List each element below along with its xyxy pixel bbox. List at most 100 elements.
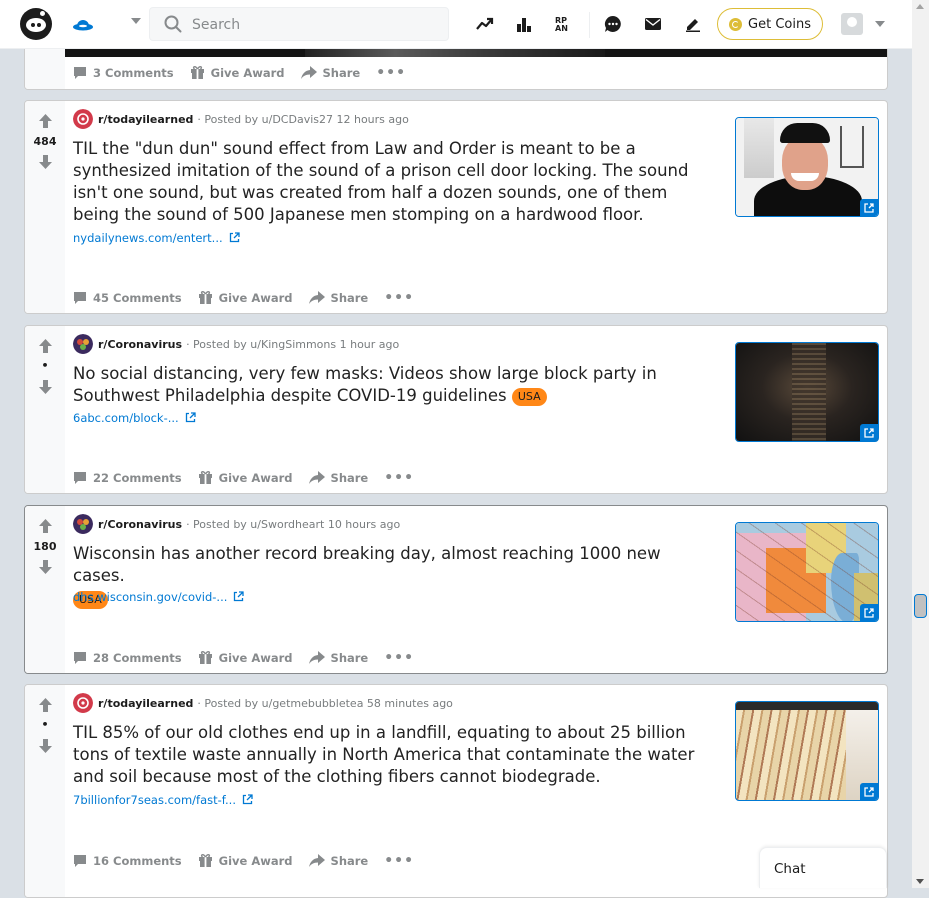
post-thumbnail[interactable] xyxy=(735,522,879,622)
open-link-icon[interactable] xyxy=(860,783,878,800)
post-thumbnail[interactable] xyxy=(735,342,879,442)
post-link[interactable]: dhs.wisconsin.gov/covid-... xyxy=(73,590,245,604)
chat-icon[interactable] xyxy=(602,12,624,36)
search-icon xyxy=(164,15,182,33)
comments-label: 28 Comments xyxy=(93,650,182,665)
more-options-button[interactable]: ••• xyxy=(384,471,414,485)
upvote-icon[interactable] xyxy=(39,519,52,533)
comments-button[interactable]: 28 Comments xyxy=(73,651,182,665)
post-title[interactable]: TIL the "dun dun" sound effect from Law … xyxy=(73,138,713,226)
get-coins-button[interactable]: Get Coins xyxy=(717,8,823,40)
mail-icon[interactable] xyxy=(642,12,664,36)
subreddit-icon[interactable] xyxy=(73,109,93,129)
post-actions: 3 Comments Give Award Share ••• xyxy=(73,65,422,80)
rpan-icon[interactable]: RP AN xyxy=(553,12,575,36)
subreddit-link[interactable]: r/Coronavirus xyxy=(98,338,182,351)
downvote-icon[interactable] xyxy=(39,380,52,394)
share-button[interactable]: Share xyxy=(308,471,368,485)
external-link-icon xyxy=(242,794,253,805)
coin-icon xyxy=(729,17,743,31)
post-card[interactable]: 180 r/Coronavirus · Posted by u/Swordhea… xyxy=(24,505,888,674)
post-link-text: dhs.wisconsin.gov/covid-... xyxy=(73,590,228,604)
comments-button[interactable]: 3 Comments xyxy=(73,66,174,80)
more-options-button[interactable]: ••• xyxy=(376,66,406,80)
page-scrollbar[interactable] xyxy=(912,0,929,888)
reddit-logo-icon[interactable] xyxy=(20,8,52,40)
more-options-button[interactable]: ••• xyxy=(384,651,414,665)
gift-icon xyxy=(198,471,212,484)
post-title[interactable]: TIL 85% of our old clothes end up in a l… xyxy=(73,722,713,788)
downvote-icon[interactable] xyxy=(39,155,52,169)
chevron-down-icon[interactable] xyxy=(875,21,885,27)
vote-column xyxy=(25,685,65,897)
post-card[interactable]: • r/Coronavirus · Posted by u/KingSimmon… xyxy=(24,325,888,494)
post-actions: 28 Comments Give Award Share ••• xyxy=(73,650,430,665)
vote-score: 484 xyxy=(33,135,57,148)
comments-button[interactable]: 22 Comments xyxy=(73,471,182,485)
post-meta: r/Coronavirus · Posted by u/Swordheart 1… xyxy=(73,514,400,534)
open-link-icon[interactable] xyxy=(860,199,878,216)
post-thumbnail[interactable] xyxy=(735,117,879,217)
comment-icon xyxy=(74,471,86,484)
downvote-icon[interactable] xyxy=(39,739,52,753)
share-label: Share xyxy=(330,290,369,305)
upvote-icon[interactable] xyxy=(39,339,52,353)
give-award-button[interactable]: Give Award xyxy=(190,65,285,80)
comment-icon xyxy=(74,854,86,867)
share-button[interactable]: Share xyxy=(300,65,361,80)
subreddit-link[interactable]: r/Coronavirus xyxy=(98,518,182,531)
open-link-icon[interactable] xyxy=(860,424,878,441)
downvote-icon[interactable] xyxy=(39,560,52,574)
share-label: Share xyxy=(322,65,361,80)
subreddit-link[interactable]: r/todayilearned xyxy=(98,697,193,710)
leaderboard-icon[interactable] xyxy=(513,12,535,36)
post-flair[interactable]: USA xyxy=(511,387,547,406)
comments-button[interactable]: 16 Comments xyxy=(73,854,182,868)
give-award-label: Give Award xyxy=(218,853,293,868)
give-award-button[interactable]: Give Award xyxy=(198,853,293,868)
scroll-down-arrow-icon[interactable] xyxy=(916,879,924,884)
post-link-text: nydailynews.com/entert... xyxy=(73,231,223,245)
share-button[interactable]: Share xyxy=(308,854,368,868)
chevron-down-icon[interactable] xyxy=(131,18,141,24)
more-options-button[interactable]: ••• xyxy=(384,854,414,868)
post-title[interactable]: No social distancing, very few masks: Vi… xyxy=(73,363,713,407)
chat-panel-button[interactable]: Chat xyxy=(759,847,887,888)
comments-label: 22 Comments xyxy=(93,470,182,485)
post-card[interactable]: 484 r/todayilearned · Posted by u/DCDavi… xyxy=(24,100,888,314)
home-icon[interactable] xyxy=(72,14,94,34)
search-input[interactable] xyxy=(190,15,434,35)
post-link[interactable]: nydailynews.com/entert... xyxy=(73,231,240,245)
comments-button[interactable]: 45 Comments xyxy=(73,291,182,305)
give-award-button[interactable]: Give Award xyxy=(198,470,293,485)
share-button[interactable]: Share xyxy=(308,651,368,665)
post-link[interactable]: 6abc.com/block-... xyxy=(73,411,196,425)
give-award-label: Give Award xyxy=(218,290,293,305)
popular-icon[interactable] xyxy=(474,12,496,36)
avatar[interactable] xyxy=(841,13,863,35)
post-link[interactable]: 7billionfor7seas.com/fast-f... xyxy=(73,793,253,807)
post-meta: r/todayilearned · Posted by u/DCDavis27 … xyxy=(73,109,409,129)
more-options-button[interactable]: ••• xyxy=(384,291,414,305)
upvote-icon[interactable] xyxy=(39,114,52,128)
comment-icon xyxy=(74,291,86,304)
vote-score: • xyxy=(41,359,49,372)
create-post-icon[interactable] xyxy=(682,12,704,36)
chat-label: Chat xyxy=(774,861,806,877)
gift-icon xyxy=(190,66,204,79)
share-button[interactable]: Share xyxy=(308,290,369,305)
vote-score: • xyxy=(41,718,49,731)
give-award-button[interactable]: Give Award xyxy=(198,290,293,305)
subreddit-link[interactable]: r/todayilearned xyxy=(98,113,193,126)
top-navigation-bar: RPAN Get Coins xyxy=(0,0,912,49)
open-link-icon[interactable] xyxy=(860,604,878,621)
share-icon xyxy=(308,854,325,867)
subreddit-icon[interactable] xyxy=(73,334,93,354)
subreddit-icon[interactable] xyxy=(73,514,93,534)
subreddit-icon[interactable] xyxy=(73,693,93,713)
post-thumbnail[interactable] xyxy=(735,701,879,801)
give-award-button[interactable]: Give Award xyxy=(198,650,293,665)
upvote-icon[interactable] xyxy=(39,698,52,712)
scrollbar-thumb[interactable] xyxy=(914,594,927,618)
scroll-up-arrow-icon[interactable] xyxy=(916,4,924,9)
